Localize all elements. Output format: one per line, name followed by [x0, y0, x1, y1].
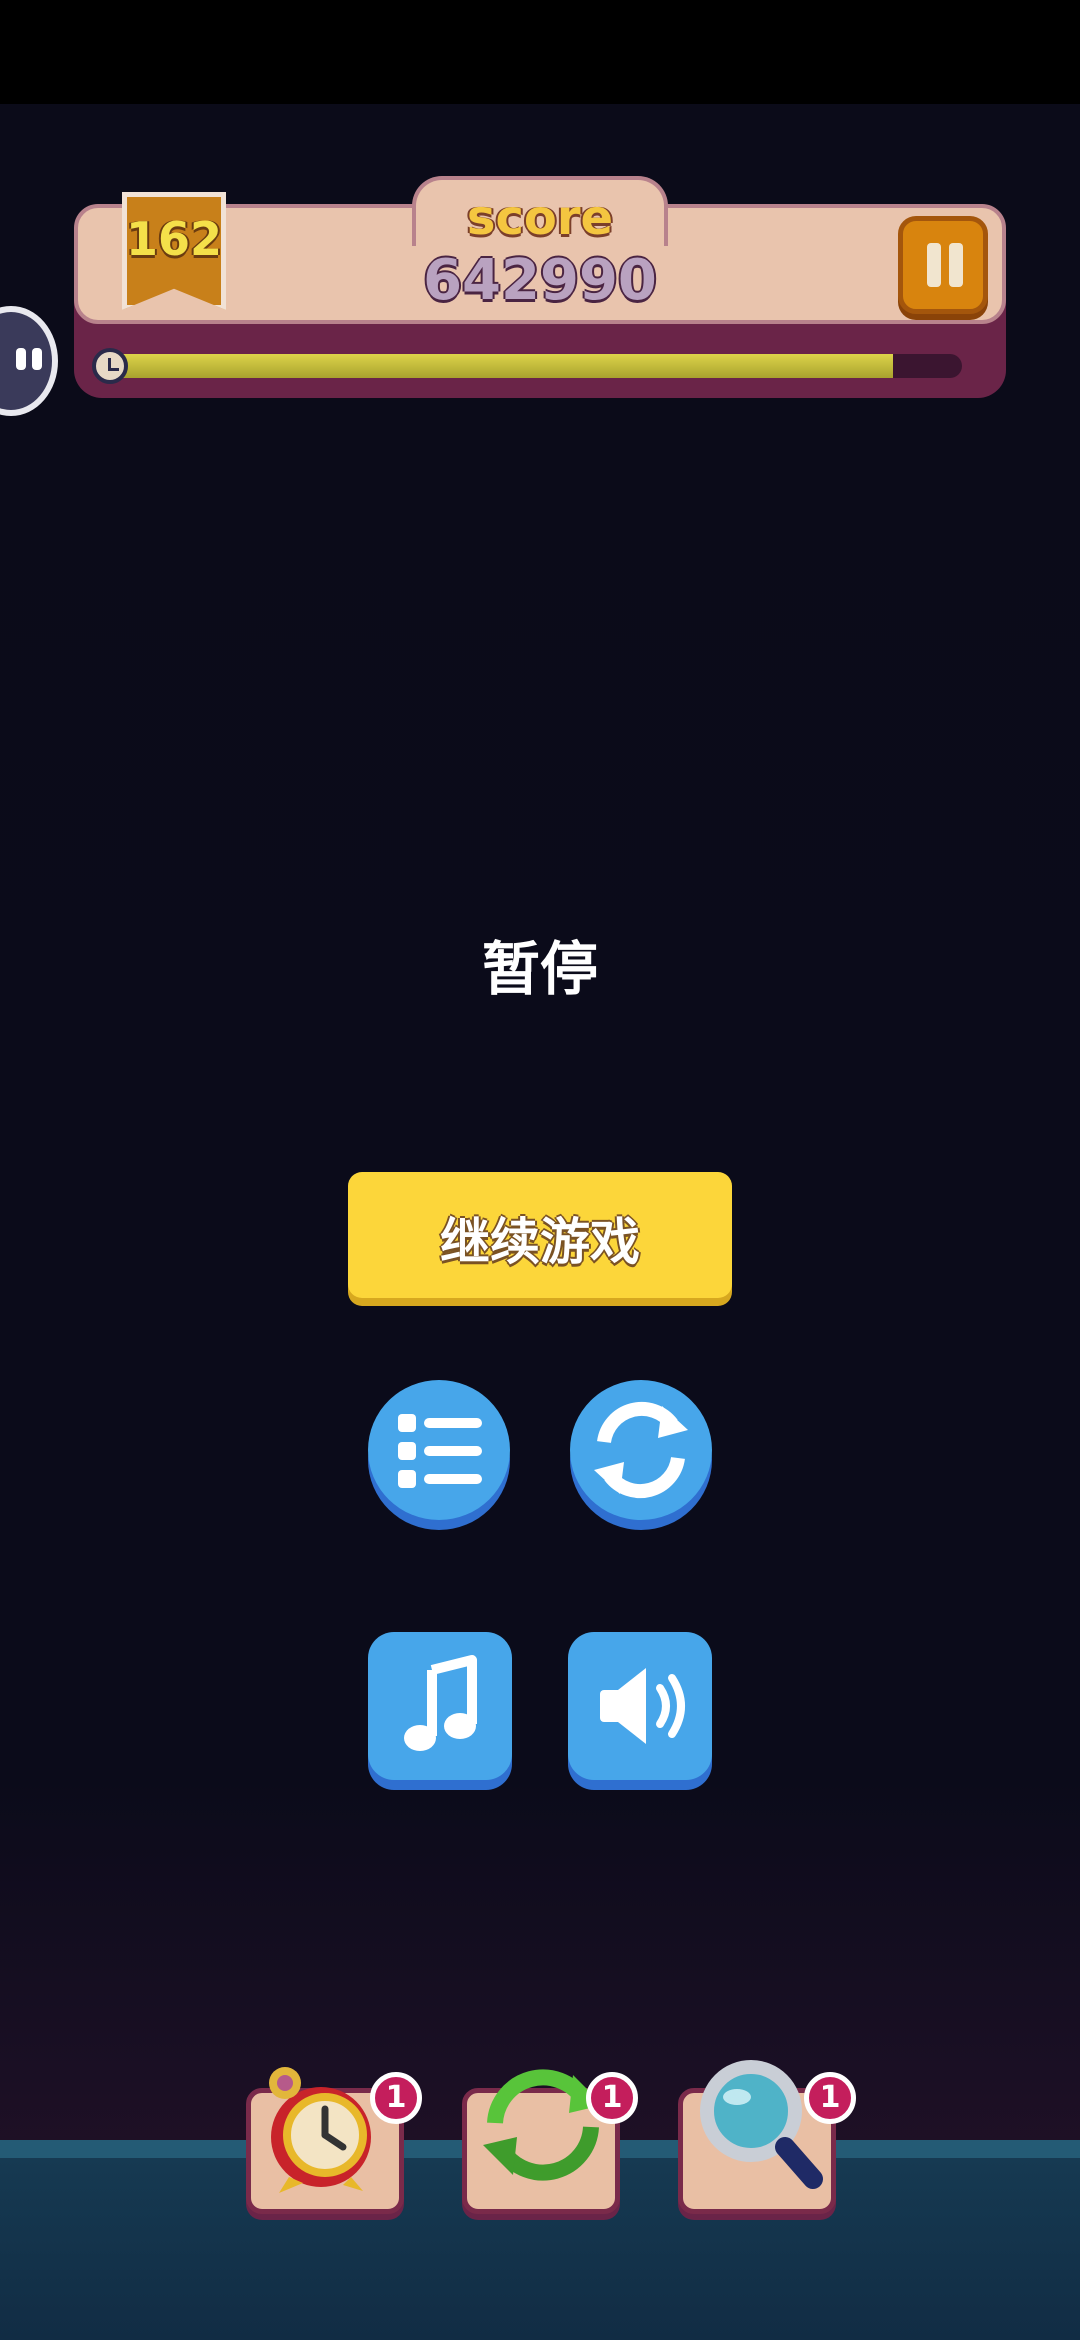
- side-eye-icon-2: [32, 348, 42, 370]
- magnifier-icon: [700, 2060, 823, 2189]
- pause-button[interactable]: [898, 216, 988, 314]
- time-progress-bar: [96, 354, 962, 378]
- level-list-button[interactable]: [368, 1380, 510, 1520]
- level-number: 162: [125, 212, 223, 266]
- list-icon: [398, 1414, 482, 1488]
- resume-game-button[interactable]: 继续游戏: [348, 1172, 732, 1298]
- shuffle-count-badge: 1: [586, 2072, 638, 2124]
- clock-icon: [92, 348, 128, 384]
- status-bar: [0, 0, 1080, 104]
- restart-icon: [594, 1401, 688, 1499]
- music-note-icon: [404, 1655, 477, 1751]
- magnifier-count-badge: 1: [804, 2072, 856, 2124]
- speaker-icon: [600, 1668, 685, 1744]
- alarm-clock-count-badge: 1: [370, 2072, 422, 2124]
- score-value: 642990: [423, 248, 657, 313]
- shuffle-arrows-icon: [483, 2069, 603, 2181]
- resume-game-label: 继续游戏: [440, 1213, 640, 1271]
- pause-title: 暂停: [481, 935, 598, 1003]
- sound-toggle-button[interactable]: [568, 1632, 712, 1780]
- pause-icon-bar: [949, 243, 963, 287]
- time-progress-fill: [96, 354, 893, 378]
- pause-icon: [927, 243, 941, 287]
- side-eye-icon: [16, 348, 26, 370]
- restart-button[interactable]: [570, 1380, 712, 1520]
- alarm-clock-icon: [269, 2067, 371, 2193]
- score-label: score: [466, 190, 614, 246]
- music-toggle-button[interactable]: [368, 1632, 512, 1780]
